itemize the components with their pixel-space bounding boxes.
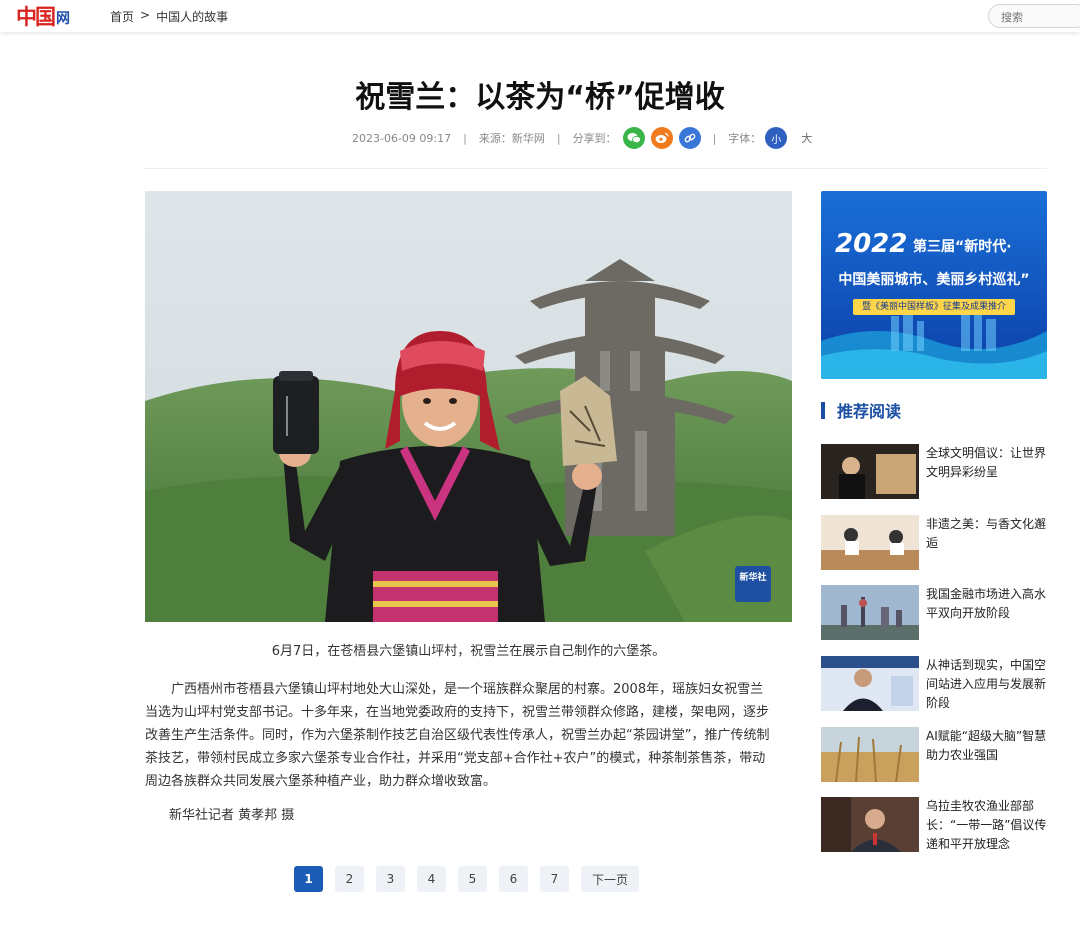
site-logo[interactable]: 中国 网 <box>16 4 70 29</box>
recommended-thumbnail[interactable] <box>821 797 919 852</box>
photo-caption: 6月7日，在苍梧县六堡镇山坪村，祝雪兰在展示自己制作的六堡茶。 <box>271 644 666 659</box>
recommended-title: 推荐阅读 <box>837 402 902 421</box>
page-5-button[interactable]: 5 <box>458 866 487 892</box>
logo-text: 中国 <box>16 4 56 29</box>
page-2-button[interactable]: 2 <box>335 866 364 892</box>
recommended-title-link[interactable]: 非遗之美：与香文化邂逅 <box>926 515 1048 553</box>
top-bar: 中国 网 首页 > 中国人的故事 <box>0 0 1080 32</box>
banner-line1: 第三届“新时代· <box>913 239 1012 255</box>
banner-line2: 中国美丽城市、美丽乡村巡礼” <box>838 272 1030 288</box>
recommended-title-link[interactable]: 我国金融市场进入高水平双向开放阶段 <box>926 585 1048 623</box>
publish-date: 2023-06-09 09:17 <box>352 131 452 145</box>
article-source: 来源：新华网 <box>478 132 545 145</box>
heading-bar <box>821 401 825 419</box>
photo-credit: 新华社记者 黄孝邦 摄 <box>169 808 295 823</box>
recommended-thumbnail[interactable] <box>821 585 919 640</box>
search-box[interactable] <box>988 4 1080 28</box>
breadcrumb: 首页 > 中国人的故事 <box>110 8 228 25</box>
recommended-item[interactable]: 我国金融市场进入高水平双向开放阶段 <box>821 585 1047 641</box>
weibo-share-icon[interactable] <box>650 127 673 149</box>
recommended-item[interactable]: 全球文明倡议：让世界文明异彩纷呈 <box>821 444 1047 500</box>
recommended-thumbnail[interactable] <box>821 656 919 711</box>
font-size-large-button[interactable]: 大 <box>801 130 812 146</box>
recommended-thumbnail[interactable] <box>821 515 919 570</box>
recommended-item[interactable]: AI赋能“超级大脑”智慧助力农业强国 <box>821 727 1047 783</box>
meta-separator: | <box>712 131 717 145</box>
next-page-button[interactable]: 下一页 <box>581 866 639 892</box>
recommended-item[interactable]: 从神话到现实，中国空间站进入应用与发展新阶段 <box>821 656 1047 712</box>
recommended-heading: 推荐阅读 <box>821 400 902 421</box>
article-photo: 新华社 <box>145 191 792 622</box>
recommended-title-link[interactable]: AI赋能“超级大脑”智慧助力农业强国 <box>926 727 1048 765</box>
promo-banner[interactable]: 2022 第三届“新时代· 中国美丽城市、美丽乡村巡礼” 暨《美丽中国样板》征集… <box>821 191 1047 379</box>
recommended-title-link[interactable]: 乌拉圭牧农渔业部部长：“一带一路”倡议传递和平开放理念 <box>926 797 1048 854</box>
article-meta: 2023-06-09 09:17 | 来源：新华网 | 分享到： | 字体： 小… <box>352 126 812 150</box>
recommended-thumbnail[interactable] <box>821 727 919 782</box>
page-7-button[interactable]: 7 <box>540 866 569 892</box>
page-4-button[interactable]: 4 <box>417 866 446 892</box>
copy-link-icon[interactable] <box>678 127 701 149</box>
recommended-title-link[interactable]: 从神话到现实，中国空间站进入应用与发展新阶段 <box>926 656 1048 713</box>
logo-suffix: 网 <box>56 11 70 27</box>
page-6-button[interactable]: 6 <box>499 866 528 892</box>
search-input[interactable] <box>999 10 1073 25</box>
recommended-item[interactable]: 非遗之美：与香文化邂逅 <box>821 515 1047 571</box>
breadcrumb-separator: > <box>140 8 151 22</box>
meta-separator: | <box>556 131 561 145</box>
breadcrumb-home[interactable]: 首页 <box>110 8 134 25</box>
page-3-button[interactable]: 3 <box>376 866 405 892</box>
title-divider <box>144 168 1047 169</box>
banner-line3: 暨《美丽中国样板》征集及成果推介 <box>853 299 1015 315</box>
breadcrumb-section[interactable]: 中国人的故事 <box>156 8 228 25</box>
pagination: 1 2 3 4 5 6 7 下一页 <box>294 866 639 892</box>
banner-year: 2022 <box>835 229 908 259</box>
page-1-button[interactable]: 1 <box>294 866 323 892</box>
wechat-share-icon[interactable] <box>622 127 645 149</box>
recommended-thumbnail[interactable] <box>821 444 919 499</box>
recommended-item[interactable]: 乌拉圭牧农渔业部部长：“一带一路”倡议传递和平开放理念 <box>821 797 1047 853</box>
recommended-title-link[interactable]: 全球文明倡议：让世界文明异彩纷呈 <box>926 444 1048 482</box>
article-title: 祝雪兰：以茶为“桥”促增收 <box>355 80 725 115</box>
font-size-small-button[interactable]: 小 <box>765 127 788 149</box>
article-body: 广西梧州市苍梧县六堡镇山坪村地处大山深处，是一个瑶族群众聚居的村寨。2008年，… <box>145 682 770 789</box>
font-size-label: 字体： <box>728 132 762 145</box>
meta-separator: | <box>463 131 467 145</box>
share-label: 分享到： <box>572 132 617 145</box>
photo-watermark: 新华社 <box>739 573 767 583</box>
